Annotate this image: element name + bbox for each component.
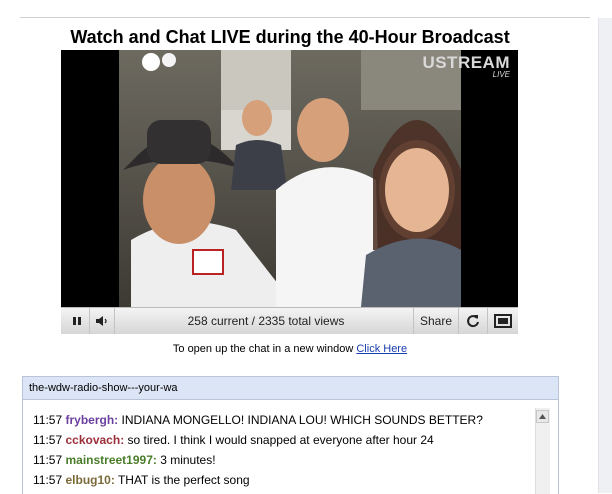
pause-button[interactable] <box>65 308 90 334</box>
chat-message-user[interactable]: cckovach: <box>65 433 124 447</box>
chat-message: 11:57 elbug10: THAT is the perfect song <box>33 470 533 490</box>
chat-panel: the-wdw-radio-show---your-wa 11:57 frybe… <box>22 376 559 494</box>
ustream-logo: USTREAM LIVE <box>422 54 510 79</box>
chat-channel-name: the-wdw-radio-show---your-wa <box>23 377 558 400</box>
top-divider <box>20 17 590 18</box>
share-button[interactable]: Share <box>413 308 458 334</box>
view-count: 258 current / 2335 total views <box>187 314 345 328</box>
chat-message-user[interactable]: elbug10: <box>65 473 114 487</box>
chat-message-time: 11:57 <box>33 413 63 427</box>
chat-message: 11:57 cckovach: so tired. I think I woul… <box>33 430 533 450</box>
chat-message-text: THAT is the perfect song <box>114 473 250 487</box>
chat-message-user[interactable]: mainstreet1997: <box>65 453 156 467</box>
page-scrollbar-track[interactable] <box>598 18 612 493</box>
volume-icon <box>96 316 107 326</box>
chat-message: 11:57 mainstreet1997: 3 minutes! <box>33 450 533 470</box>
ustream-logo-live: LIVE <box>492 70 510 79</box>
scroll-up-button[interactable] <box>536 410 549 423</box>
chat-message-user[interactable]: frybergh: <box>65 413 118 427</box>
video-still <box>61 50 518 307</box>
arrow-up-icon <box>539 414 546 419</box>
refresh-button[interactable] <box>458 308 487 334</box>
volume-button[interactable] <box>90 308 115 334</box>
open-chat-link[interactable]: Click Here <box>356 343 407 355</box>
chat-message-text: INDIANA MONGELLO! INDIANA LOU! WHICH SOU… <box>118 413 483 427</box>
chat-scrollbar[interactable] <box>535 408 550 494</box>
chat-message: 11:57 frybergh: INDIANA MONGELLO! INDIAN… <box>33 410 533 430</box>
player-controls: 258 current / 2335 total views Share <box>61 307 518 334</box>
open-chat-instruction: To open up the chat in a new window Clic… <box>0 343 580 355</box>
chat-message-time: 11:57 <box>33 433 63 447</box>
chat-message-text: so tired. I think I would snapped at eve… <box>124 433 434 447</box>
ustream-logo-brand: USTREAM <box>422 53 510 72</box>
video-player[interactable]: USTREAM LIVE 258 current / 2335 total vi… <box>61 50 518 334</box>
chat-message-list: 11:57 frybergh: INDIANA MONGELLO! INDIAN… <box>33 410 533 490</box>
video-frame[interactable]: USTREAM LIVE <box>61 50 518 307</box>
open-chat-text: To open up the chat in a new window <box>172 343 357 355</box>
refresh-icon <box>467 315 479 328</box>
page-title: Watch and Chat LIVE during the 40-Hour B… <box>70 27 510 47</box>
chat-message-time: 11:57 <box>33 453 63 467</box>
pause-icon <box>73 317 81 325</box>
chat-message-text: 3 minutes! <box>156 453 216 467</box>
fullscreen-icon <box>494 314 512 328</box>
chat-message-time: 11:57 <box>33 473 63 487</box>
fullscreen-button[interactable] <box>487 308 518 334</box>
